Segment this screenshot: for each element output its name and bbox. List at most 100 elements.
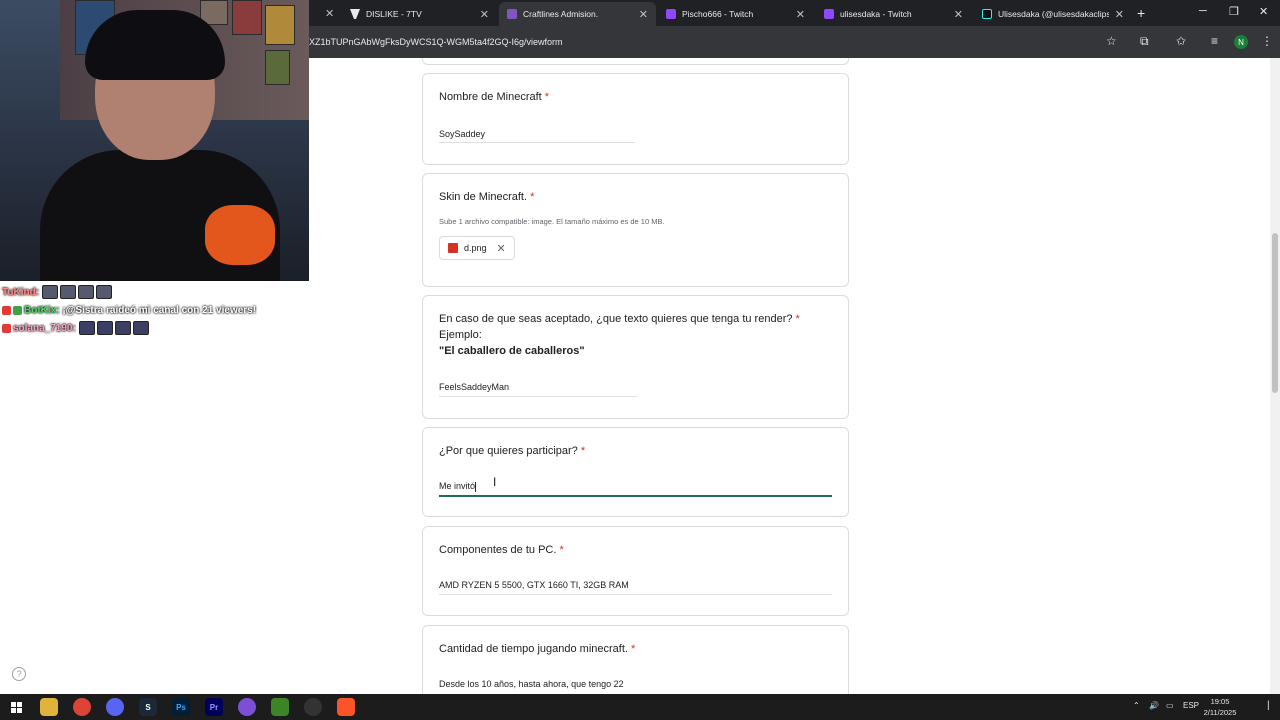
steam-icon[interactable]: S [139,698,157,716]
page-scrollbar[interactable] [1270,58,1280,694]
discord-icon[interactable] [106,698,124,716]
question-title: Skin de Minecraft. * [439,191,534,203]
question-card-time-playing: Cantidad de tiempo jugando minecraft. * … [422,625,849,694]
wall-poster [265,5,295,45]
language-indicator[interactable]: ESP [1183,701,1199,710]
tab-close-icon[interactable]: ✕ [639,8,648,21]
volume-icon[interactable]: 🔊 [1149,701,1159,710]
tab-title: Ulisesdaka (@ulisesdakaclips) | [998,9,1109,19]
file-name: d.png [464,243,487,253]
mouse-ibeam-cursor: I [493,475,497,489]
subscriber-badge-icon [2,323,11,333]
extensions-icon[interactable]: ⧉ [1140,34,1149,49]
chrome-icon[interactable] [73,698,91,716]
maximize-icon[interactable]: ❐ [1229,5,1239,18]
answer-input[interactable]: AMD RYZEN 5 5500, GTX 1660 TI, 32GB RAM [439,580,629,590]
tab-close-icon[interactable]: ✕ [325,7,334,20]
example-text: "El caballero de caballeros" [439,345,585,357]
tab-close-icon[interactable]: ✕ [1115,8,1124,21]
remove-file-icon[interactable]: ✕ [497,242,506,255]
question-title: Nombre de Minecraft * [439,91,549,103]
answer-text: Me invitó [439,481,476,491]
question-title: En caso de que seas aceptado, ¿que texto… [439,313,839,325]
question-card-pc-components: Componentes de tu PC. * AMD RYZEN 5 5500… [422,526,849,616]
tab-title: Pischo666 - Twitch [682,9,754,19]
required-asterisk: * [580,445,586,457]
help-icon[interactable]: ? [12,667,26,681]
tab-tiktok[interactable]: Ulisesdaka (@ulisesdakaclips) | ✕ [974,2,1132,26]
favorites-icon[interactable]: ✩ [1176,34,1186,48]
windows-taskbar: S Ps Pr ⌃ 🔊 ▭ ESP 19:05 2/11/2025 ▏ [0,694,1280,720]
question-title-text: Nombre de Minecraft [439,91,542,103]
question-title-text: Cantidad de tiempo jugando minecraft. [439,643,628,655]
media-control-icon[interactable]: ≡ [1211,34,1218,48]
required-asterisk: * [631,643,636,655]
stream-chat-overlay: TuKind: BotKix: ¡@Sistra raideó mi canal… [2,284,302,338]
tab-close-icon[interactable]: ✕ [954,8,963,21]
tray-chevron-icon[interactable]: ⌃ [1133,701,1140,710]
tab-7tv[interactable]: DISLIKE - 7TV ✕ [342,2,497,26]
brave-icon[interactable] [337,698,355,716]
answer-input[interactable]: SoySaddey [439,129,485,139]
question-card-render-text: En caso de que seas aceptado, ¿que texto… [422,295,849,419]
upload-hint: Sube 1 archivo compatible: image. El tam… [439,217,665,226]
previous-question-card [422,58,849,65]
emote-icon [132,321,149,336]
clock-time: 19:05 [1210,697,1230,706]
chat-message: solana_7190: [2,320,302,338]
webcam-headset [205,205,275,265]
answer-input[interactable]: Desde los 10 años, hasta ahora, que teng… [439,679,624,689]
premiere-icon[interactable]: Pr [205,698,223,716]
notifications-icon[interactable]: ▏ [1268,701,1274,710]
question-title-text: ¿Por que quieres participar? [439,445,578,457]
minecraft-icon[interactable] [271,698,289,716]
podcast-app-icon[interactable] [238,698,256,716]
tab-twitch-ulisesdaka[interactable]: ulisesdaka - Twitch ✕ [816,2,971,26]
obs-icon[interactable] [304,698,322,716]
input-underline [439,142,635,143]
verified-badge-icon [13,305,22,315]
tab-title: Craftlines Admision. [523,9,599,19]
close-window-icon[interactable]: ✕ [1259,5,1268,18]
tab-craftlines[interactable]: Craftlines Admision. ✕ [499,2,656,26]
tab-twitch-pischo[interactable]: Pischo666 - Twitch ✕ [658,2,813,26]
input-underline [439,594,832,595]
network-icon[interactable]: ▭ [1166,701,1174,710]
new-tab-button[interactable]: + [1137,5,1145,21]
chat-message: TuKind: [2,284,302,302]
taskbar-clock[interactable]: 19:05 2/11/2025 [1200,696,1240,718]
text-caret [475,481,477,492]
photoshop-icon[interactable]: Ps [172,698,190,716]
clock-date: 2/11/2025 [1203,708,1237,717]
moderator-badge-icon [2,305,11,315]
question-title: Componentes de tu PC. * [439,544,564,556]
tab-title: ulisesdaka - Twitch [840,9,912,19]
profile-avatar[interactable]: N [1234,35,1248,49]
question-card-skin: Skin de Minecraft. * Sube 1 archivo comp… [422,173,849,287]
bookmark-star-icon[interactable]: ☆ [1106,34,1117,48]
tab-close-icon[interactable]: ✕ [796,8,805,21]
answer-input-focused[interactable]: Me invitó [439,481,477,492]
twitch-icon [824,9,834,19]
question-title-text: Skin de Minecraft. [439,191,528,203]
minimize-icon[interactable]: ─ [1199,5,1207,17]
tab-close-icon[interactable]: ✕ [480,8,489,21]
answer-input[interactable]: FeelsSaddeyMan [439,382,509,392]
address-bar[interactable]: XZ1bTUPnGAbWgFksDyWCS1Q-WGM5ta4f2GQ-I6g/… [309,37,563,47]
windows-start-icon[interactable] [7,698,25,716]
question-title-text: En caso de que seas aceptado, ¿que texto… [439,313,793,325]
uploaded-file-chip[interactable]: d.png ✕ [439,236,515,260]
wall-poster [265,50,290,85]
scrollbar-thumb[interactable] [1272,233,1278,393]
webcam-overlay [0,0,309,281]
example-label: Ejemplo: [439,329,482,341]
input-underline-focused [439,495,832,497]
question-card-why-participate: ¿Por que quieres participar? * Me invitó… [422,427,849,517]
menu-kebab-icon[interactable]: ⋮ [1261,34,1273,48]
chat-username: TuKind: [2,287,40,298]
emote-icon [114,321,131,336]
file-explorer-icon[interactable] [40,698,58,716]
question-title: Cantidad de tiempo jugando minecraft. * [439,643,635,655]
7tv-icon [350,9,360,19]
wall-poster [232,0,262,35]
